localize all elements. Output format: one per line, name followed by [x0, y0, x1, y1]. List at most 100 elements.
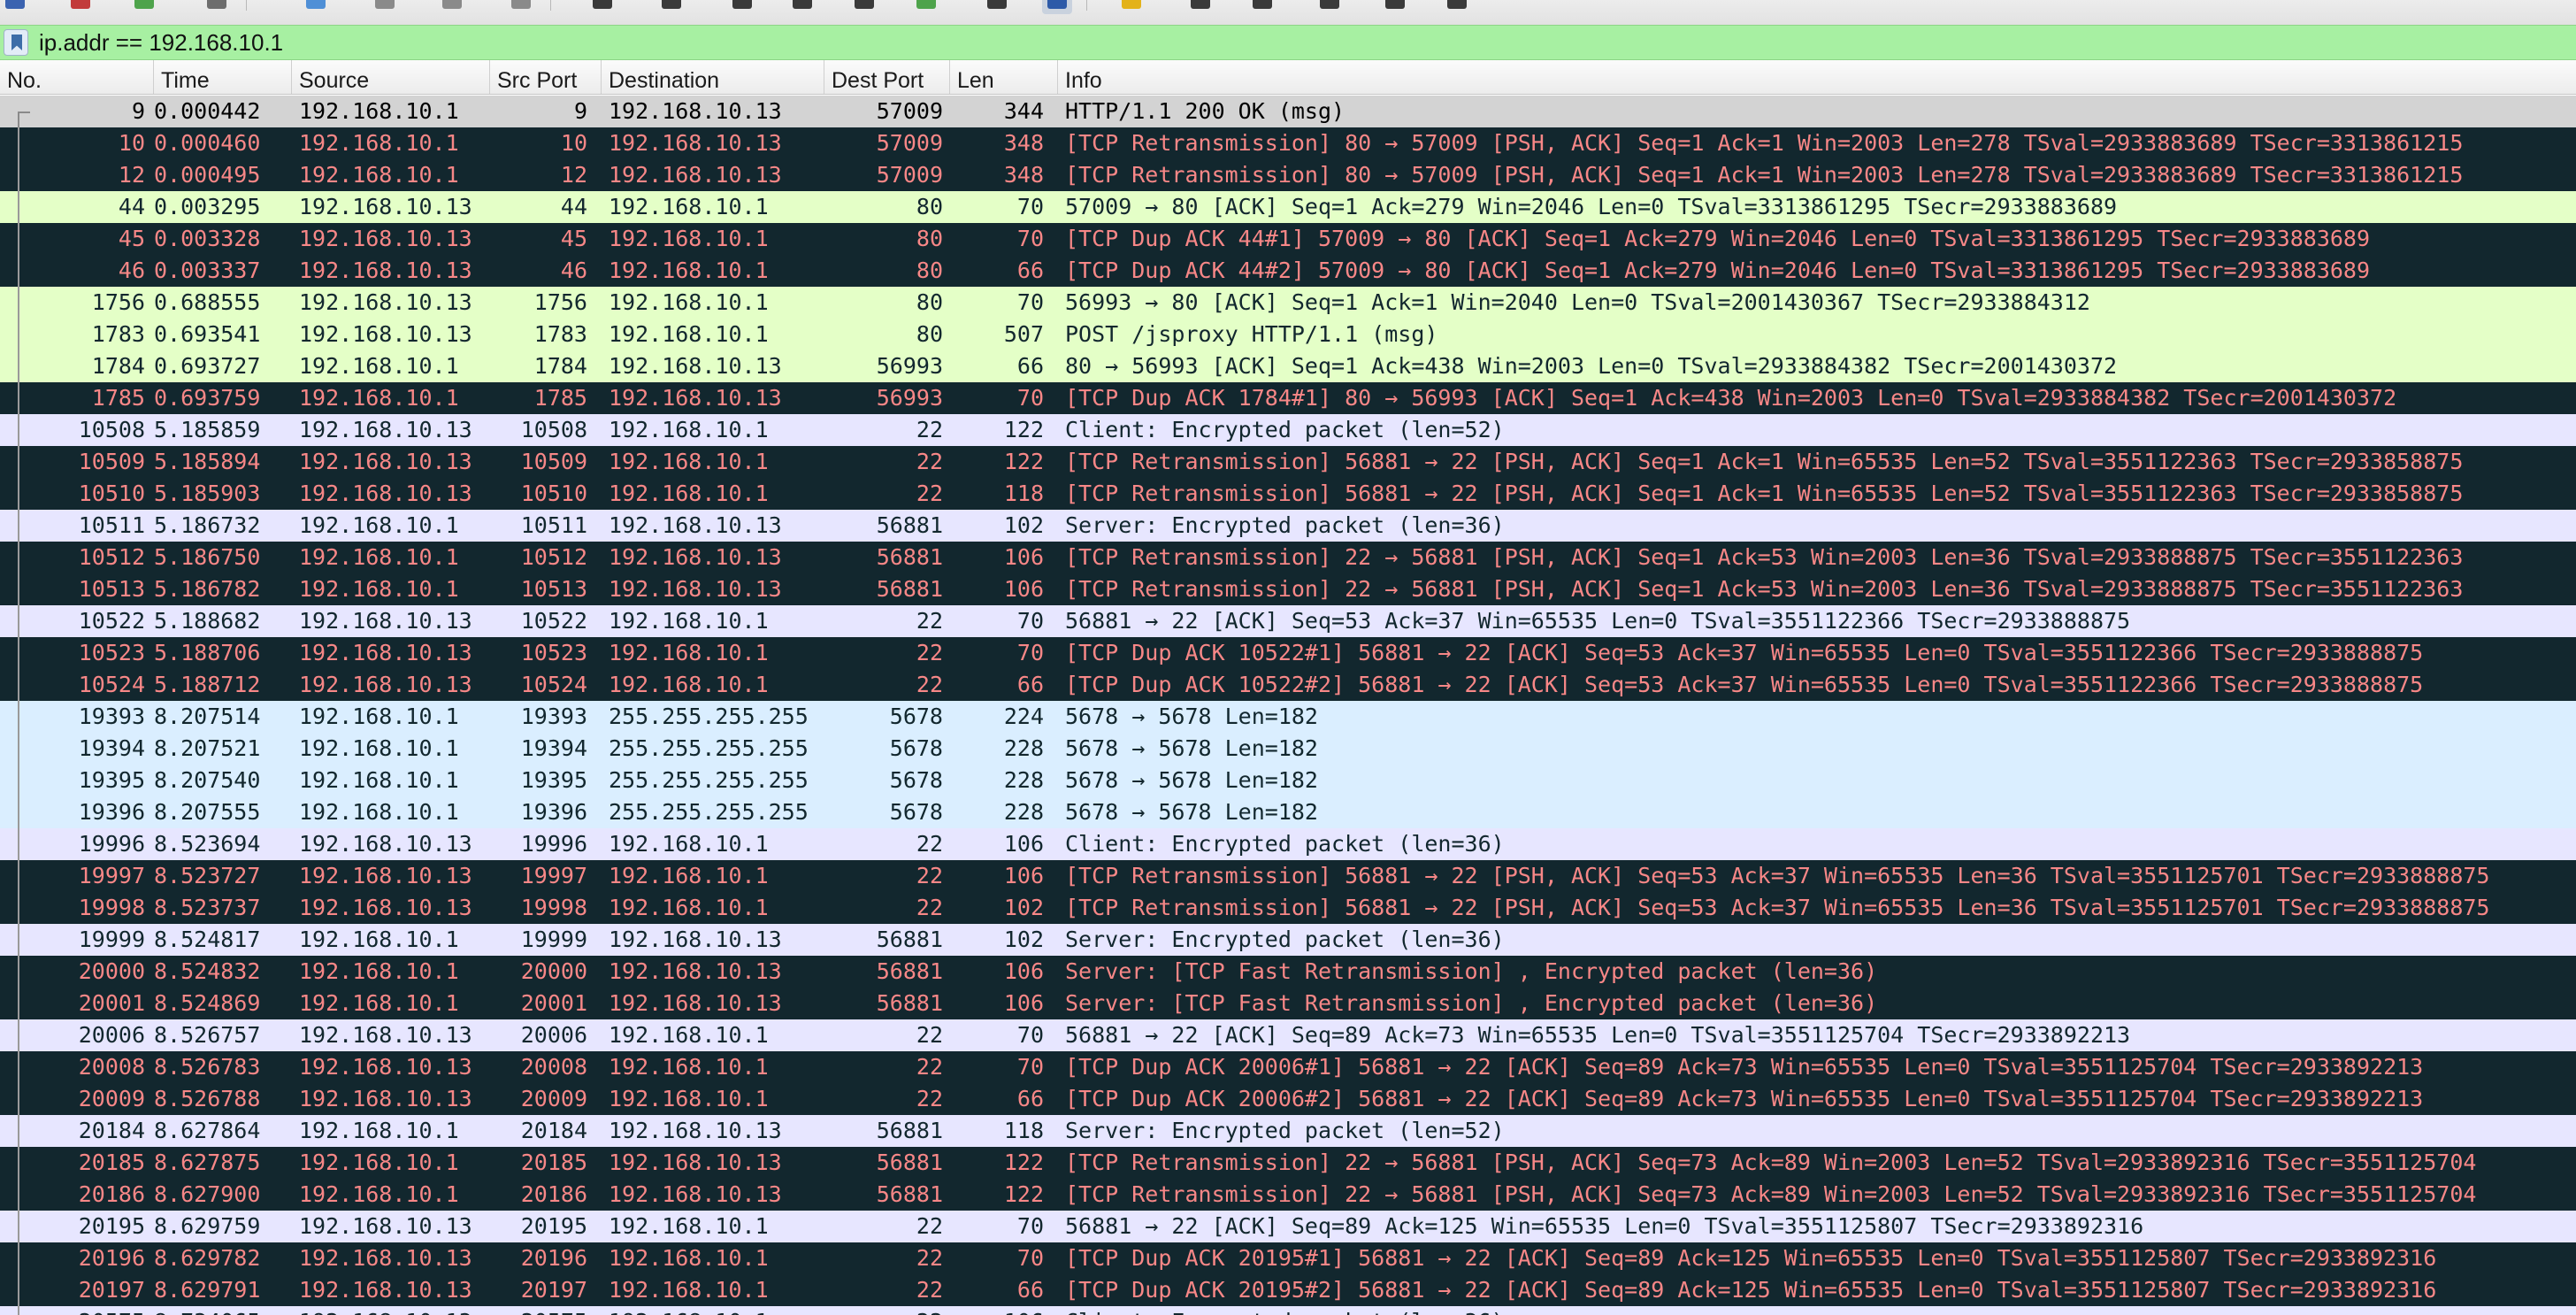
packet-dst-cell: 192.168.10.13 [609, 512, 782, 538]
packet-row[interactable]: 1785 0.693759 192.168.10.1 1785 192.168.10.1… [0, 382, 2576, 414]
packet-row[interactable]: 46 0.003337 192.168.10.13 46 192.168.10.1 80 6… [0, 255, 2576, 287]
packet-row[interactable]: 20000 8.524832 192.168.10.1 20000 192.168.10… [0, 956, 2576, 988]
packet-len-cell: 122 [1003, 449, 1044, 474]
column-header-source[interactable]: Source [292, 60, 490, 94]
filter-bookmark-button[interactable] [4, 29, 28, 56]
column-header-src-port[interactable]: Src Port [490, 60, 602, 94]
colorize-button[interactable] [1042, 0, 1072, 14]
packet-row[interactable]: 19997 8.523727 192.168.10.13 19997 192.168.1… [0, 860, 2576, 892]
auto-scroll-button[interactable] [982, 0, 1012, 14]
packet-time-cell: 5.186750 [154, 544, 261, 570]
packet-row[interactable]: 20185 8.627875 192.168.10.1 20185 192.168.10… [0, 1147, 2576, 1179]
packet-dst-cell: 192.168.10.13 [609, 927, 782, 952]
packet-info-cell: Server: Encrypted packet (len=52) [1065, 1118, 1505, 1143]
packet-row[interactable]: 19996 8.523694 192.168.10.13 19996 192.168.1… [0, 828, 2576, 860]
packet-no-cell: 19395 [78, 767, 145, 793]
save-file-button[interactable] [370, 0, 400, 14]
packet-info-cell: [TCP Dup ACK 20006#1] 56881 → 22 [ACK] S… [1065, 1054, 2424, 1080]
packet-row[interactable]: 20184 8.627864 192.168.10.1 20184 192.168.10… [0, 1115, 2576, 1147]
first-packet-button[interactable] [849, 0, 879, 14]
column-header-dest-port[interactable]: Dest Port [824, 60, 950, 94]
go-forward-button[interactable] [727, 0, 757, 14]
restart-capture-button[interactable] [129, 0, 159, 14]
normal-size-button[interactable] [1247, 0, 1277, 14]
packet-list[interactable]: 9 0.000442 192.168.10.1 9 192.168.10.13 57009… [0, 96, 2576, 1315]
zoom-out-button[interactable] [1185, 0, 1215, 14]
packet-row[interactable]: 10522 5.188682 192.168.10.13 10522 192.168.1… [0, 605, 2576, 637]
packet-row[interactable]: 44 0.003295 192.168.10.13 44 192.168.10.1 80 7… [0, 191, 2576, 223]
packet-row[interactable]: 20186 8.627900 192.168.10.1 20186 192.168.10… [0, 1179, 2576, 1211]
packet-row[interactable]: 1783 0.693541 192.168.10.13 1783 192.168.10.… [0, 319, 2576, 350]
go-to-packet-button[interactable] [787, 0, 817, 14]
packet-src-cell: 192.168.10.13 [299, 289, 472, 315]
resize-columns-button[interactable] [1315, 0, 1345, 14]
packet-row[interactable]: 1756 0.688555 192.168.10.13 1756 192.168.10.… [0, 287, 2576, 319]
packet-row[interactable]: 10524 5.188712 192.168.10.13 10524 192.168.1… [0, 669, 2576, 701]
packet-row[interactable]: 10510 5.185903 192.168.10.13 10510 192.168.1… [0, 478, 2576, 510]
column-header-no[interactable]: No. [0, 60, 154, 94]
packet-dport-cell: 22 [916, 449, 943, 474]
packet-row[interactable]: 1784 0.693727 192.168.10.1 1784 192.168.10.1… [0, 350, 2576, 382]
packet-row[interactable]: 10508 5.185859 192.168.10.13 10508 192.168.1… [0, 414, 2576, 446]
packet-time-cell: 0.693541 [154, 321, 261, 347]
find-packet-button[interactable] [587, 0, 617, 14]
packet-row[interactable]: 10513 5.186782 192.168.10.1 10513 192.168.10… [0, 573, 2576, 605]
packet-row[interactable]: 19395 8.207540 192.168.10.1 19395 255.255.25… [0, 765, 2576, 796]
packet-row[interactable]: 10509 5.185894 192.168.10.13 10509 192.168.1… [0, 446, 2576, 478]
expand-subtrees-button[interactable] [1380, 0, 1410, 14]
column-header-info[interactable]: Info [1058, 60, 2576, 94]
column-header-len[interactable]: Len [950, 60, 1058, 94]
column-header-time[interactable]: Time [154, 60, 292, 94]
packet-row[interactable]: 20196 8.629782 192.168.10.13 20196 192.168.1… [0, 1242, 2576, 1274]
packet-dst-cell: 192.168.10.13 [609, 98, 782, 124]
packet-sport-cell: 1785 [533, 385, 587, 411]
packet-no-cell: 10510 [78, 481, 145, 506]
packet-row[interactable]: 20197 8.629791 192.168.10.13 20197 192.168.1… [0, 1274, 2576, 1306]
packet-row[interactable]: 20006 8.526757 192.168.10.13 20006 192.168.1… [0, 1019, 2576, 1051]
packet-row[interactable]: 12 0.000495 192.168.10.1 12 192.168.10.13 570… [0, 159, 2576, 191]
packet-row[interactable]: 10511 5.186732 192.168.10.1 10511 192.168.10… [0, 510, 2576, 542]
packet-row[interactable]: 20001 8.524869 192.168.10.1 20001 192.168.10… [0, 988, 2576, 1019]
column-header-destination[interactable]: Destination [602, 60, 824, 94]
packet-dst-cell: 255.255.255.255 [609, 735, 809, 761]
packet-row[interactable]: 19998 8.523737 192.168.10.13 19998 192.168.1… [0, 892, 2576, 924]
packet-row[interactable]: 19396 8.207555 192.168.10.1 19396 255.255.25… [0, 796, 2576, 828]
close-file-button[interactable] [437, 0, 467, 14]
packet-src-cell: 192.168.10.13 [299, 672, 472, 697]
packet-src-cell: 192.168.10.13 [299, 1213, 472, 1239]
open-file-button[interactable] [301, 0, 331, 14]
go-back-button[interactable] [656, 0, 686, 14]
packet-row[interactable]: 19394 8.207521 192.168.10.1 19394 255.255.25… [0, 733, 2576, 765]
packet-sport-cell: 19394 [520, 735, 587, 761]
start-capture-button[interactable] [0, 0, 30, 14]
packet-info-cell: [TCP Dup ACK 44#2] 57009 → 80 [ACK] Seq=… [1065, 258, 2371, 283]
last-packet-button[interactable] [911, 0, 941, 14]
packet-row[interactable]: 20009 8.526788 192.168.10.13 20009 192.168.1… [0, 1083, 2576, 1115]
packet-row[interactable]: 45 0.003328 192.168.10.13 45 192.168.10.1 80 7… [0, 223, 2576, 255]
packet-row[interactable]: 10523 5.188706 192.168.10.13 10523 192.168.1… [0, 637, 2576, 669]
zoom-in-button[interactable] [1116, 0, 1146, 14]
packet-row[interactable]: 205758.734065192.168.10.1320575192.168.1… [0, 1306, 2576, 1315]
reload-file-button[interactable] [506, 0, 536, 14]
packet-row[interactable]: 19999 8.524817 192.168.10.1 19999 192.168.10… [0, 924, 2576, 956]
packet-dport-cell: 80 [916, 289, 943, 315]
packet-dport-cell: 22 [916, 1086, 943, 1111]
packet-row[interactable]: 20195 8.629759 192.168.10.13 20195 192.168.1… [0, 1211, 2576, 1242]
packet-row[interactable]: 20008 8.526783 192.168.10.13 20008 192.168.1… [0, 1051, 2576, 1083]
packet-info-cell: [TCP Retransmission] 22 → 56881 [PSH, AC… [1065, 544, 2464, 570]
packet-info-cell: 5678 → 5678 Len=182 [1065, 735, 1318, 761]
capture-options-button[interactable] [202, 0, 232, 14]
packet-no-cell: 1756 [91, 289, 145, 315]
packet-dport-cell: 22 [916, 672, 943, 697]
packet-time-cell: 8.523694 [154, 831, 261, 857]
packet-no-cell: 20000 [78, 958, 145, 984]
packet-row[interactable]: 10512 5.186750 192.168.10.1 10512 192.168.10… [0, 542, 2576, 573]
packet-row[interactable]: 10 0.000460 192.168.10.1 10 192.168.10.13 570… [0, 127, 2576, 159]
packet-len-cell: 344 [1003, 98, 1044, 124]
display-filter-input[interactable] [39, 29, 2569, 56]
stop-capture-button[interactable] [65, 0, 96, 14]
packet-row[interactable]: 19393 8.207514 192.168.10.1 19393 255.255.25… [0, 701, 2576, 733]
packet-info-cell: Server: Encrypted packet (len=36) [1065, 512, 1505, 538]
collapse-subtrees-button[interactable] [1442, 0, 1472, 14]
packet-row[interactable]: 9 0.000442 192.168.10.1 9 192.168.10.13 57009… [0, 96, 2576, 127]
